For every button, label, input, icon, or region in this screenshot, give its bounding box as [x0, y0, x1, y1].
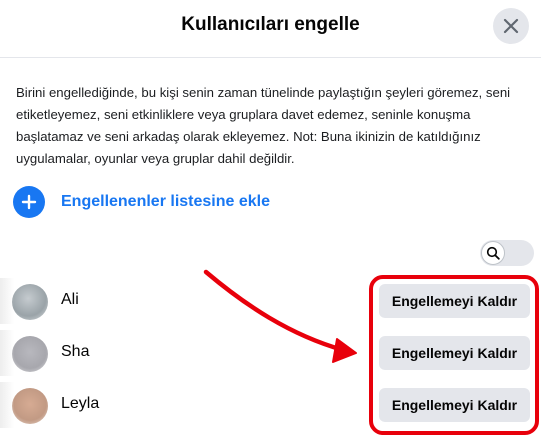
blocked-user-row: Ali Engellemeyi Kaldır	[0, 278, 541, 324]
block-description: Birini engellediğinde, bu kişi senin zam…	[16, 85, 511, 166]
blocked-user-name: Sha	[61, 343, 90, 360]
unblock-button[interactable]: Engellemeyi Kaldır	[379, 388, 530, 422]
blocked-user-row: Leyla Engellemeyi Kaldır	[0, 382, 541, 428]
close-icon	[502, 17, 520, 35]
dialog-header: Kullanıcıları engelle	[0, 0, 541, 58]
avatar	[12, 336, 48, 372]
unblock-button[interactable]: Engellemeyi Kaldır	[379, 284, 530, 318]
unblock-button[interactable]: Engellemeyi Kaldır	[379, 336, 530, 370]
plus-icon	[13, 186, 45, 218]
add-to-block-list-button[interactable]: Engellenenler listesine ekle	[13, 186, 270, 218]
blurred-area	[0, 382, 14, 428]
search-toggle[interactable]	[480, 240, 534, 266]
close-button[interactable]	[493, 8, 529, 44]
blocked-user-row: Sha Engellemeyi Kaldır	[0, 330, 541, 376]
blurred-area	[0, 278, 14, 324]
blocked-user-name: Leyla	[61, 395, 100, 412]
dialog-title: Kullanıcıları engelle	[181, 14, 360, 35]
search-icon	[481, 241, 505, 265]
avatar	[12, 284, 48, 320]
block-users-dialog: Kullanıcıları engelle Birini engellediği…	[0, 0, 541, 447]
blurred-area	[0, 330, 14, 376]
blocked-user-name: Ali	[61, 291, 79, 308]
avatar	[12, 388, 48, 424]
add-to-block-list-label: Engellenenler listesine ekle	[61, 193, 270, 210]
